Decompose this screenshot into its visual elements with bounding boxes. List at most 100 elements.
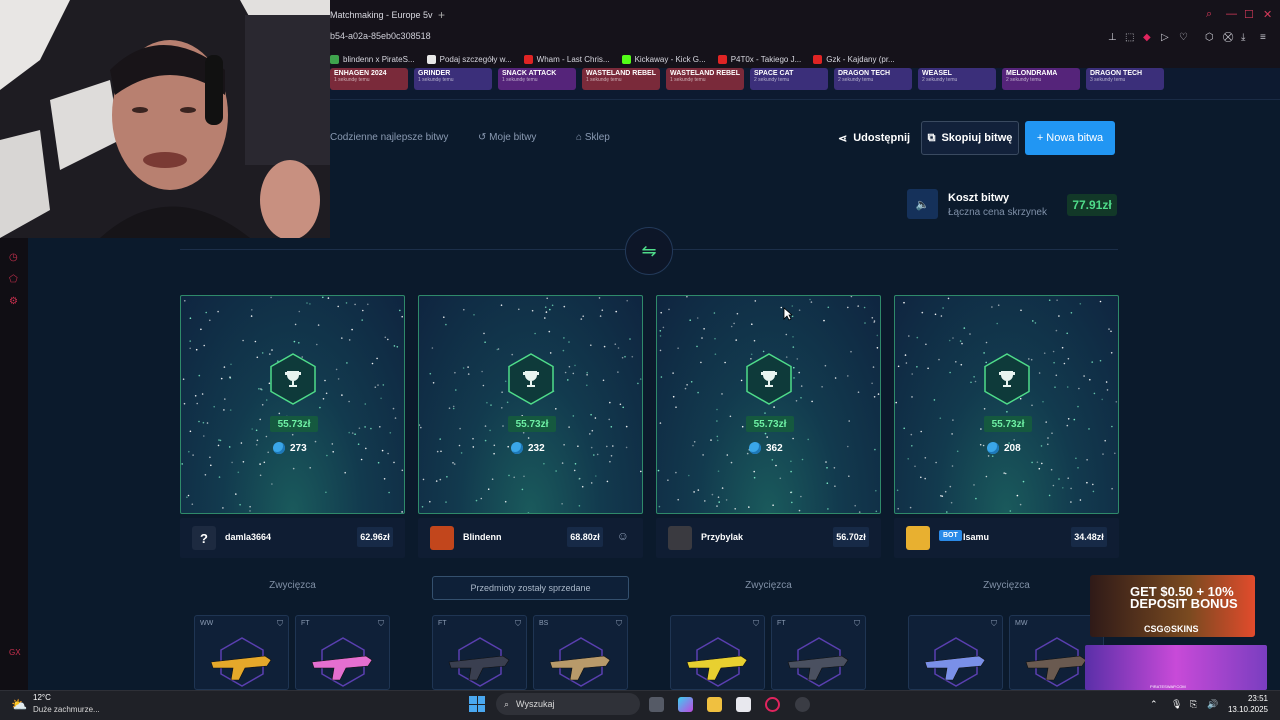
heart-icon[interactable]: ♡: [1179, 32, 1188, 43]
minimize-icon[interactable]: —: [1226, 8, 1237, 20]
nav-shop[interactable]: ⌂ Sklep: [576, 132, 610, 143]
bookmark-item[interactable]: blindenn x PirateS...: [330, 52, 415, 66]
nav-my-battles[interactable]: ↺ Moje bitwy: [478, 132, 536, 143]
winner-label: Zwycięzca: [745, 580, 792, 591]
opera-gx-icon[interactable]: [765, 697, 780, 712]
drop-name: MELONDRAMA: [1006, 70, 1058, 77]
weapon-image: [924, 637, 986, 687]
account-icon[interactable]: ⛒: [1223, 32, 1233, 43]
snapshot-icon[interactable]: ⬚: [1125, 32, 1134, 43]
recent-drop-item[interactable]: WASTELAND REBEL 1 sekundę temu: [582, 68, 660, 90]
search-icon[interactable]: ⌕: [1206, 8, 1212, 21]
sound-toggle-button[interactable]: 🔈: [907, 189, 938, 219]
player-name[interactable]: Isamu: [963, 532, 989, 542]
settings-icon[interactable]: ⚙: [9, 296, 18, 307]
avatar[interactable]: [668, 526, 692, 550]
recent-drop-item[interactable]: SNACK ATTACK 1 sekundę temu: [498, 68, 576, 90]
bookmark-item[interactable]: P4T0x - Takiego J...: [717, 52, 801, 66]
copilot-icon[interactable]: [678, 697, 693, 712]
won-item[interactable]: FT ⛉: [295, 615, 390, 690]
webcam-image: [0, 0, 330, 238]
bookmark-item[interactable]: Wham - Last Chris...: [523, 52, 610, 66]
store-icon[interactable]: [736, 697, 751, 712]
pocket-icon[interactable]: ◆: [1143, 32, 1151, 43]
coins: 362: [749, 442, 783, 454]
history-icon[interactable]: ◷: [9, 252, 18, 263]
menu-icon[interactable]: ≡: [1260, 32, 1266, 43]
bookmark-item[interactable]: Kickaway - Kick G...: [621, 52, 706, 66]
avatar[interactable]: ?: [192, 526, 216, 550]
network-icon[interactable]: ⎘: [1190, 699, 1197, 710]
avatar[interactable]: [430, 526, 454, 550]
won-item[interactable]: ⛉: [670, 615, 765, 690]
player-name[interactable]: Przybylak: [701, 532, 743, 542]
file-explorer-icon[interactable]: [707, 697, 722, 712]
microphone-icon[interactable]: 🎙: [1171, 699, 1182, 710]
won-item[interactable]: BS ⛉: [533, 615, 628, 690]
smiley-icon[interactable]: ☺: [617, 529, 629, 543]
recent-drop-item[interactable]: ENHAGEN 2024 1 sekundę temu: [330, 68, 408, 90]
recent-drop-item[interactable]: SPACE CAT 2 sekundy temu: [750, 68, 828, 90]
recent-drop-item[interactable]: WASTELAND REBEL 1 sekundę temu: [666, 68, 744, 90]
pinboard-icon[interactable]: ⬠: [9, 274, 18, 285]
won-item[interactable]: FT ⛉: [771, 615, 866, 690]
items-sold-button[interactable]: Przedmioty zostały sprzedane: [432, 576, 629, 600]
won-item[interactable]: WW ⛉: [194, 615, 289, 690]
new-tab-button[interactable]: +: [438, 8, 445, 22]
weather-desc[interactable]: Duże zachmurze...: [33, 705, 100, 714]
drop-time: 1 sekundę temu: [670, 77, 706, 83]
browser-tab[interactable]: Matchmaking - Europe 5v: [330, 10, 433, 20]
weather-icon[interactable]: ⛅: [11, 697, 27, 713]
won-item[interactable]: FT ⛉: [432, 615, 527, 690]
player-card-prize-area: 55.73zł 208: [894, 295, 1119, 514]
maximize-icon[interactable]: ☐: [1244, 8, 1254, 21]
recent-drop-item[interactable]: GRINDER 1 sekundę temu: [414, 68, 492, 90]
avatar[interactable]: [906, 526, 930, 550]
new-battle-button[interactable]: + Nowa bitwa: [1025, 121, 1115, 155]
tray-overflow-icon[interactable]: ⌃: [1150, 699, 1158, 710]
bookmarks-bar: blindenn x PirateS... Podaj szczegóły w..…: [330, 52, 907, 66]
address-bar[interactable]: b54-a02a-85eb0c308518: [330, 31, 431, 41]
recent-drop-item[interactable]: WEASEL 2 sekundy temu: [918, 68, 996, 90]
clock-date[interactable]: 13.10.2025: [1222, 705, 1268, 714]
bookmark-item[interactable]: Podaj szczegóły w...: [426, 52, 512, 66]
task-view-icon[interactable]: [649, 697, 664, 712]
share-button[interactable]: ⋖ Udostępnij: [838, 125, 910, 151]
drop-time: 1 sekundę temu: [334, 77, 370, 83]
recent-drops-strip: ENHAGEN 2024 1 sekundę temu GRINDER 1 sekun…: [330, 68, 1280, 100]
nav-daily-battles[interactable]: Codzienne najlepsze bitwy: [330, 132, 448, 143]
gx-icon[interactable]: GX: [9, 648, 21, 657]
player-total-value: 62.96zł: [357, 527, 393, 547]
recent-drop-item[interactable]: DRAGON TECH 2 sekundy temu: [834, 68, 912, 90]
stars-background: [419, 297, 642, 513]
steam-icon[interactable]: [795, 697, 810, 712]
drop-time: 2 sekundy temu: [1006, 77, 1042, 83]
won-item[interactable]: ⛉: [908, 615, 1003, 690]
extensions-icon[interactable]: ⬡: [1205, 32, 1214, 43]
clock-time[interactable]: 23:51: [1238, 694, 1268, 703]
bookmark-label: Podaj szczegóły w...: [439, 54, 512, 64]
download-icon[interactable]: ⤓: [1241, 32, 1245, 43]
shield-icon: ⛉: [991, 619, 997, 628]
item-condition: WW: [200, 620, 214, 627]
start-icon[interactable]: [469, 696, 485, 712]
player-name[interactable]: damla3664: [225, 532, 271, 542]
speaker-icon: 🔈: [915, 198, 930, 211]
play-icon[interactable]: ▷: [1161, 32, 1169, 43]
pin-icon[interactable]: ⊥: [1108, 32, 1117, 43]
volume-icon[interactable]: 🔊: [1207, 699, 1218, 710]
bookmark-label: Wham - Last Chris...: [536, 54, 610, 64]
player-name[interactable]: Blindenn: [463, 532, 502, 542]
drop-name: WASTELAND REBEL: [670, 70, 740, 77]
recent-drop-item[interactable]: MELONDRAMA 2 sekundy temu: [1002, 68, 1080, 90]
coin-icon: [273, 442, 285, 454]
drop-time: 1 sekundę temu: [418, 77, 454, 83]
weather-temp[interactable]: 12°C: [33, 693, 51, 702]
player-total-value: 56.70zł: [833, 527, 869, 547]
close-icon[interactable]: ✕: [1263, 8, 1272, 21]
mouse-cursor: [783, 307, 793, 321]
taskbar-search[interactable]: ⌕ Wyszukaj: [496, 693, 640, 715]
copy-battle-button[interactable]: ⧉ Skopiuj bitwę: [921, 121, 1019, 155]
recent-drop-item[interactable]: DRAGON TECH 3 sekundy temu: [1086, 68, 1164, 90]
bookmark-item[interactable]: Gzk - Kajdany (pr...: [813, 52, 895, 66]
